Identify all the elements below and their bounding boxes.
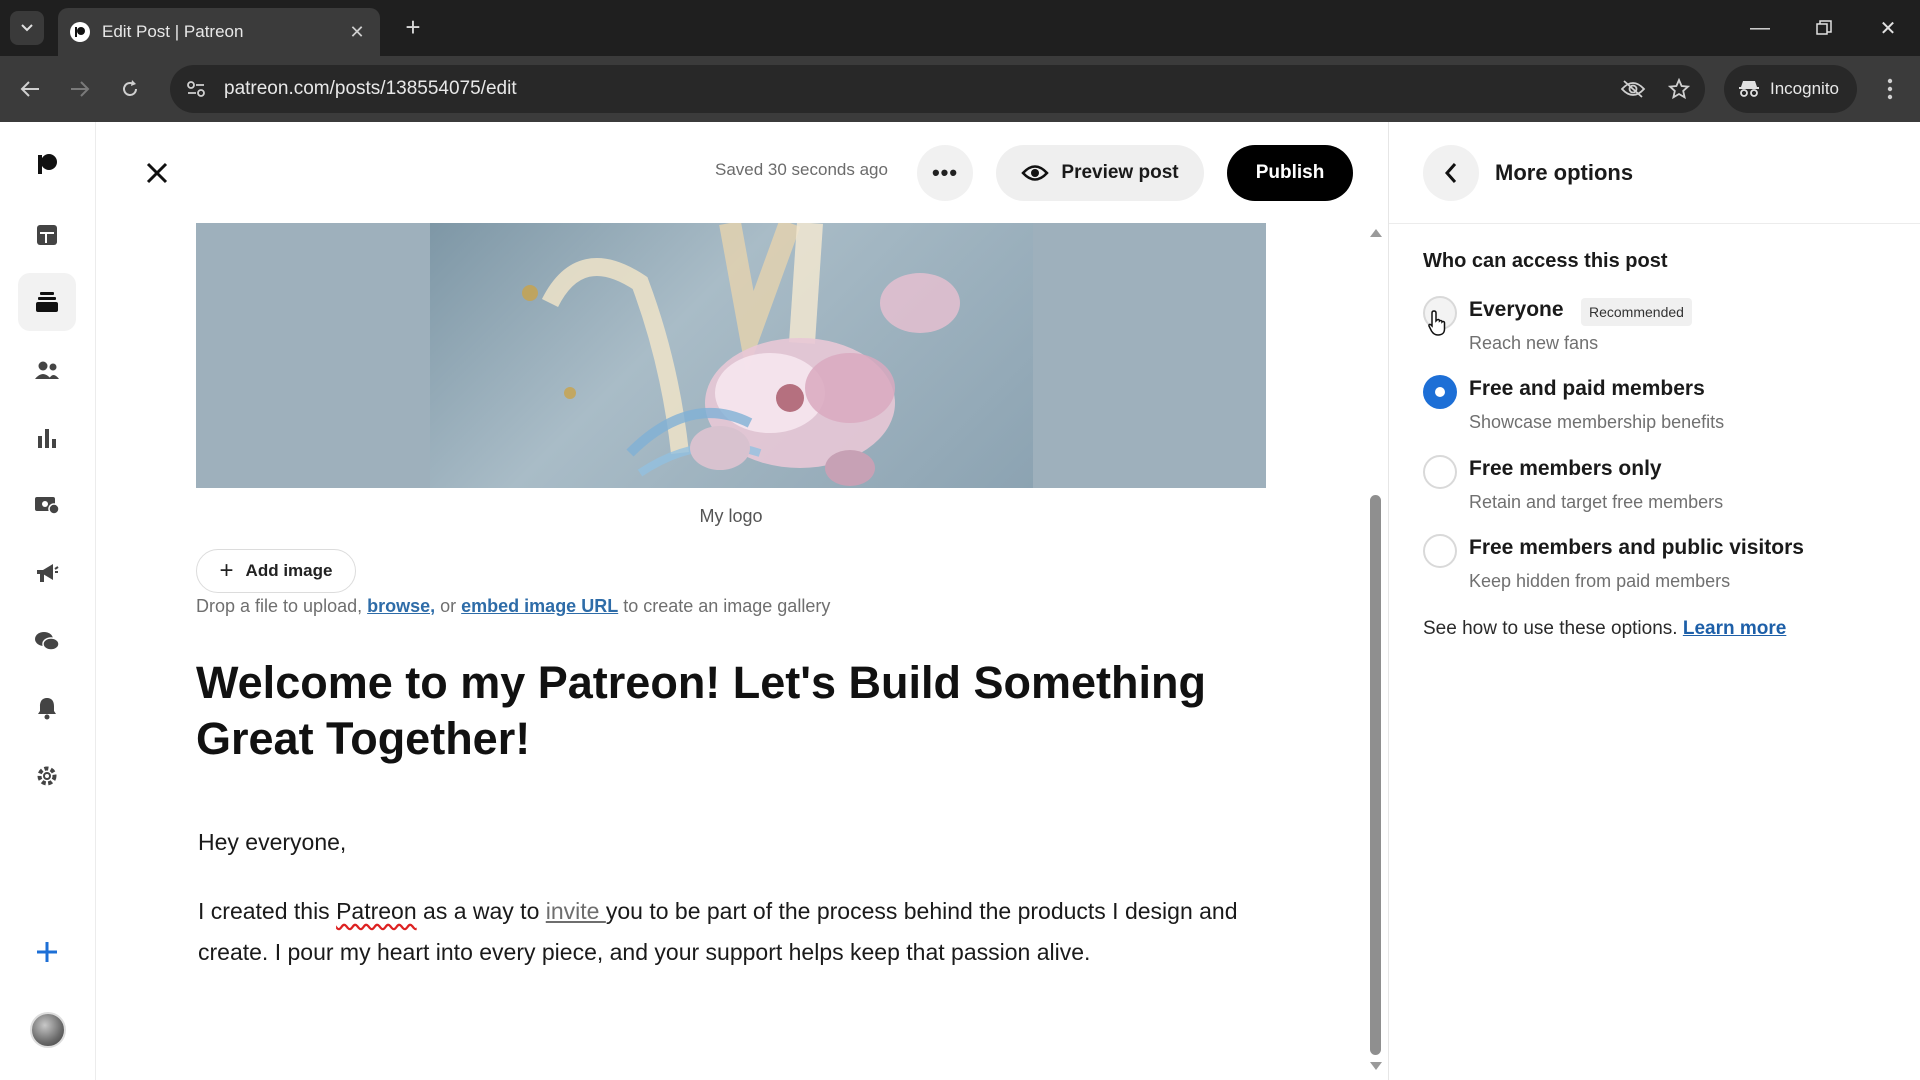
browser-toolbar: patreon.com/posts/138554075/edit Incogni… <box>0 56 1920 122</box>
tab-search-button[interactable] <box>10 11 44 45</box>
scroll-up-arrow-icon[interactable] <box>1370 229 1382 237</box>
radio-free-only[interactable] <box>1423 455 1457 489</box>
payouts-icon[interactable] <box>18 476 76 534</box>
body-underlined-word: invite <box>545 898 606 924</box>
close-icon <box>146 162 168 184</box>
close-window-icon[interactable]: ✕ <box>1868 10 1908 46</box>
radio-free-and-paid[interactable] <box>1423 375 1457 409</box>
option-label: Everyone <box>1469 298 1564 321</box>
browser-tabbar: Edit Post | Patreon ✕ + — ✕ <box>0 0 1920 56</box>
insights-icon[interactable] <box>18 409 76 467</box>
recommended-badge: Recommended <box>1581 298 1692 326</box>
browser-menu-icon[interactable] <box>1874 73 1906 105</box>
eye-icon <box>1021 165 1050 181</box>
audience-icon[interactable] <box>18 341 76 399</box>
plus-icon: + <box>219 557 234 584</box>
embed-image-url-link[interactable]: embed image URL <box>461 596 618 616</box>
post-body-paragraph[interactable]: I created this Patreon as a way to invit… <box>198 891 1268 973</box>
patreon-logo-icon[interactable] <box>18 135 76 193</box>
learn-more-text: See how to use these options. Learn more <box>1423 618 1787 639</box>
radio-free-and-public[interactable] <box>1423 534 1457 568</box>
address-bar[interactable]: patreon.com/posts/138554075/edit <box>170 65 1705 113</box>
access-option-free-and-public[interactable]: Free members and public visitors Keep hi… <box>1423 532 1893 602</box>
option-description: Reach new fans <box>1469 333 1599 353</box>
access-option-free-and-paid[interactable]: Free and paid members Showcase membershi… <box>1423 373 1893 443</box>
access-heading: Who can access this post <box>1423 250 1668 272</box>
promotions-icon[interactable] <box>18 544 76 602</box>
browser-tab[interactable]: Edit Post | Patreon ✕ <box>58 8 380 56</box>
image-caption[interactable]: My logo <box>196 506 1266 527</box>
reload-icon[interactable] <box>114 73 146 105</box>
option-label: Free members and public visitors <box>1469 536 1804 559</box>
option-description: Retain and target free members <box>1469 492 1724 512</box>
hand-cursor-icon <box>1427 309 1449 342</box>
avatar[interactable] <box>30 1012 66 1048</box>
scrollbar-thumb[interactable] <box>1370 495 1381 1055</box>
back-arrow-icon[interactable] <box>14 73 46 105</box>
chats-icon[interactable] <box>18 612 76 670</box>
logo-artwork <box>430 223 1033 488</box>
app-sidebar <box>0 122 96 1080</box>
browse-link[interactable]: browse, <box>367 596 435 616</box>
publish-button[interactable]: Publish <box>1227 145 1353 201</box>
option-description: Keep hidden from paid members <box>1469 571 1731 591</box>
option-label: Free members only <box>1469 457 1662 480</box>
incognito-badge[interactable]: Incognito <box>1724 65 1857 113</box>
library-icon[interactable] <box>18 273 76 331</box>
url-text: patreon.com/posts/138554075/edit <box>224 78 517 99</box>
more-actions-button[interactable]: ••• <box>917 145 973 201</box>
option-label: Free and paid members <box>1469 377 1705 400</box>
create-plus-icon[interactable] <box>18 923 76 981</box>
star-icon[interactable] <box>1659 69 1699 109</box>
site-info-icon[interactable] <box>176 69 216 109</box>
post-body-greeting[interactable]: Hey everyone, <box>198 822 1268 863</box>
save-status: Saved 30 seconds ago <box>715 160 888 179</box>
add-image-button[interactable]: + Add image <box>196 549 356 593</box>
incognito-label: Incognito <box>1770 79 1839 98</box>
misspelled-word: Patreon <box>336 898 417 924</box>
panel-header: More options <box>1389 122 1920 224</box>
settings-gear-icon[interactable] <box>18 747 76 805</box>
ellipsis-icon: ••• <box>931 160 959 185</box>
eye-off-icon[interactable] <box>1613 69 1653 109</box>
preview-post-button[interactable]: Preview post <box>996 145 1204 201</box>
patreon-logo-icon <box>70 22 90 42</box>
upload-hint: Drop a file to upload, browse, or embed … <box>196 596 831 616</box>
scroll-down-arrow-icon[interactable] <box>1370 1062 1382 1070</box>
close-tab-icon[interactable]: ✕ <box>346 22 368 43</box>
chevron-left-icon <box>1444 163 1457 183</box>
forward-arrow-icon[interactable] <box>64 73 96 105</box>
post-title-input[interactable]: Welcome to my Patreon! Let's Build Somet… <box>196 655 1256 767</box>
more-options-panel: More options Who can access this post Ev… <box>1388 122 1920 1080</box>
incognito-icon <box>1739 81 1759 97</box>
notifications-icon[interactable] <box>18 679 76 737</box>
access-option-free-only[interactable]: Free members only Retain and target free… <box>1423 453 1893 523</box>
preview-post-label: Preview post <box>1061 162 1179 183</box>
chevron-down-icon <box>21 24 33 32</box>
post-cover-image[interactable] <box>196 223 1266 488</box>
restore-icon[interactable] <box>1804 10 1844 46</box>
option-description: Showcase membership benefits <box>1469 412 1725 432</box>
close-editor-button[interactable] <box>140 156 174 190</box>
minimize-icon[interactable]: — <box>1740 10 1780 46</box>
new-tab-button[interactable]: + <box>398 12 428 42</box>
access-option-everyone[interactable]: Everyone Recommended Reach new fans <box>1423 294 1893 364</box>
panel-back-button[interactable] <box>1423 145 1479 201</box>
panel-title: More options <box>1495 160 1634 185</box>
learn-more-link[interactable]: Learn more <box>1683 618 1786 639</box>
dashboard-icon[interactable] <box>18 206 76 264</box>
add-image-label: Add image <box>245 561 333 580</box>
tab-title: Edit Post | Patreon <box>102 22 244 41</box>
